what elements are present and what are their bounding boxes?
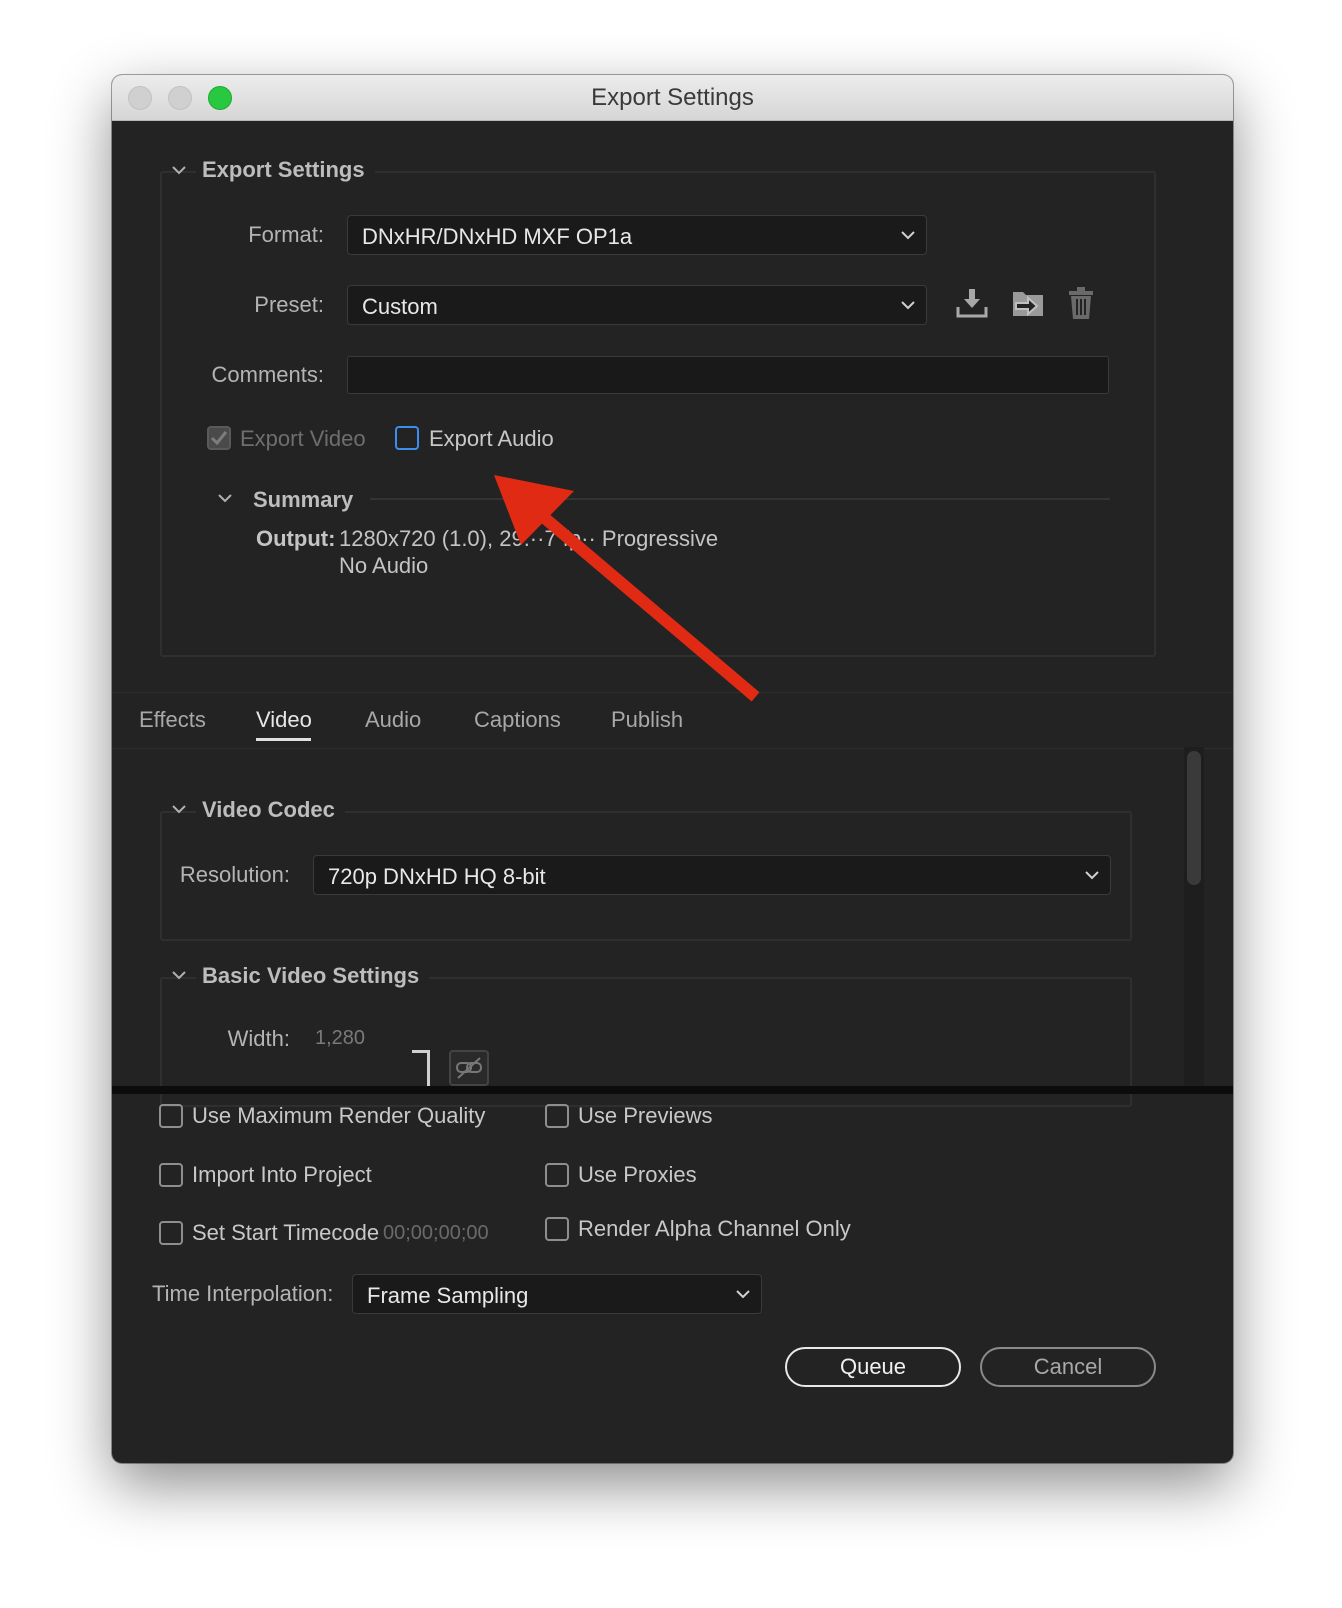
scrollbar-thumb[interactable] [1187,751,1201,885]
start-timecode-value[interactable]: 00;00;00;00 [383,1222,489,1245]
chevron-down-icon[interactable] [218,491,232,505]
save-preset-icon[interactable] [955,287,989,319]
preset-label: Preset: [254,292,324,317]
import-into-project-checkbox[interactable] [159,1163,183,1187]
export-video-label: Export Video [240,426,366,451]
window-title: Export Settings [591,84,754,111]
export-settings-window: Export Settings Export Settings Format: … [112,75,1233,1463]
chevron-down-icon [736,1290,750,1299]
chevron-down-icon [1085,871,1099,880]
use-previews-checkbox[interactable] [545,1104,569,1128]
format-value: DNxHR/DNxHD MXF OP1a [362,224,633,249]
video-codec-title: Video Codec [196,797,345,823]
export-audio-label: Export Audio [429,426,554,451]
checkmark-icon [210,431,228,446]
cancel-button[interactable]: Cancel [980,1347,1156,1387]
time-interpolation-label: Time Interpolation: [152,1281,334,1306]
tab-video[interactable]: Video [256,707,312,733]
comments-field[interactable] [347,356,1109,394]
set-start-timecode-checkbox[interactable] [159,1221,183,1245]
chevron-down-icon[interactable] [172,802,186,816]
tab-audio[interactable]: Audio [365,707,421,733]
format-select[interactable]: DNxHR/DNxHD MXF OP1a [347,215,927,255]
import-into-project-label: Import Into Project [192,1162,372,1187]
preset-value: Custom [362,294,438,319]
link-bracket [412,1050,430,1086]
basic-video-settings-title: Basic Video Settings [196,963,430,989]
title-bar: Export Settings [112,75,1233,121]
summary-divider [370,498,1110,500]
comments-label: Comments: [211,362,324,387]
chevron-down-icon [901,231,915,240]
summary-title: Summary [247,487,364,513]
export-audio-checkbox[interactable] [395,426,419,450]
use-proxies-label: Use Proxies [578,1162,697,1187]
preset-select[interactable]: Custom [347,285,927,325]
delete-preset-icon[interactable] [1066,285,1096,321]
import-preset-icon[interactable] [1010,287,1046,319]
chevron-down-icon[interactable] [172,968,186,982]
format-label: Format: [248,222,324,247]
max-render-quality-label: Use Maximum Render Quality [192,1103,486,1128]
max-render-quality-checkbox[interactable] [159,1104,183,1128]
set-start-timecode-label: Set Start Timecode [192,1220,380,1245]
output-line-1: 1280x720 (1.0), 29.··7 fp·· Progressive [339,526,719,551]
scrollbar-track[interactable] [1184,747,1204,1086]
unlink-aspect-icon[interactable] [449,1050,489,1086]
chevron-down-icon[interactable] [172,163,186,177]
width-label: Width: [227,1026,290,1051]
tab-effects[interactable]: Effects [139,707,206,733]
panel-divider [112,1086,1233,1094]
resolution-value: 720p DNxHD HQ 8-bit [328,864,546,889]
use-previews-label: Use Previews [578,1103,713,1128]
export-settings-section-title: Export Settings [196,157,375,183]
time-interpolation-select[interactable]: Frame Sampling [352,1274,762,1314]
width-value[interactable]: 1,280 [315,1027,365,1050]
active-tab-indicator [256,738,311,741]
tab-captions[interactable]: Captions [474,707,561,733]
chevron-down-icon [901,301,915,310]
settings-tabs: Effects Video Audio Captions Publish [112,692,1233,749]
resolution-label: Resolution: [179,862,290,887]
output-line-2: No Audio [339,553,429,578]
render-alpha-only-label: Render Alpha Channel Only [578,1216,851,1241]
queue-button[interactable]: Queue [785,1347,961,1387]
tab-publish[interactable]: Publish [611,707,683,733]
resolution-select[interactable]: 720p DNxHD HQ 8-bit [313,855,1111,895]
use-proxies-checkbox[interactable] [545,1163,569,1187]
time-interpolation-value: Frame Sampling [367,1283,529,1308]
export-video-checkbox[interactable] [207,426,231,450]
render-alpha-only-checkbox[interactable] [545,1217,569,1241]
output-label: Output: [256,526,336,551]
